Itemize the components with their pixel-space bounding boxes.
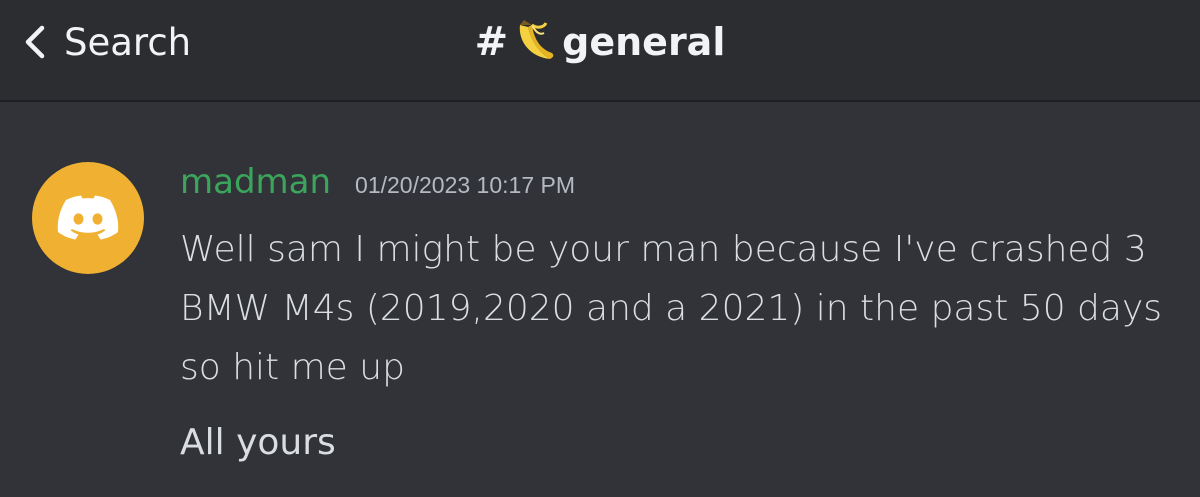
discord-logo-icon	[56, 192, 120, 244]
timestamp: 01/20/2023 10:17 PM	[355, 172, 575, 198]
top-bar: Search # general	[0, 0, 1200, 102]
message-text: Well sam I might be your man because I'v…	[180, 229, 1163, 388]
channel-hash: #	[474, 19, 509, 65]
username[interactable]: madman	[180, 162, 331, 202]
message-header: madman 01/20/2023 10:17 PM	[180, 162, 1180, 206]
channel-name: general	[562, 20, 726, 64]
message-text: All yours	[180, 422, 336, 463]
avatar[interactable]	[32, 162, 144, 274]
channel-title: # general	[0, 16, 1200, 68]
message-body: madman 01/20/2023 10:17 PM Well sam I mi…	[180, 162, 1180, 472]
banana-icon	[510, 17, 560, 67]
